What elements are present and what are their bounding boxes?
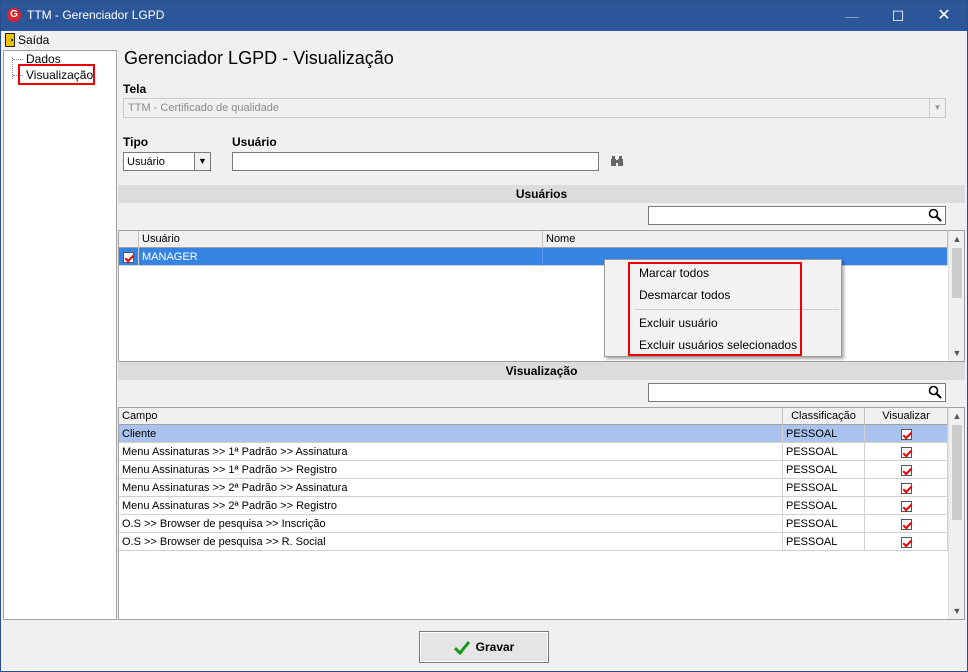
checkbox-checked-icon bbox=[900, 500, 912, 512]
scroll-thumb[interactable] bbox=[952, 425, 962, 520]
users-search-input[interactable] bbox=[648, 206, 946, 225]
checkmark-icon bbox=[453, 641, 470, 655]
search-icon[interactable] bbox=[928, 385, 942, 399]
tela-value: TTM - Certificado de qualidade bbox=[128, 102, 280, 114]
row-visualizar[interactable] bbox=[865, 515, 948, 533]
window-title: TTM - Gerenciador LGPD bbox=[27, 8, 165, 22]
tipo-select[interactable]: Usuário ▼ bbox=[123, 152, 211, 171]
tela-label: Tela bbox=[123, 82, 147, 96]
users-grid-header: Usuário Nome bbox=[119, 231, 948, 248]
row-classificacao: PESSOAL bbox=[783, 443, 865, 461]
minimize-button[interactable]: — bbox=[829, 1, 875, 31]
menu-bar: Saída bbox=[1, 31, 967, 49]
scroll-down-icon[interactable]: ▼ bbox=[949, 603, 964, 619]
users-scrollbar[interactable]: ▲ ▼ bbox=[948, 231, 964, 361]
usuario-input[interactable] bbox=[232, 152, 599, 171]
row-classificacao: PESSOAL bbox=[783, 497, 865, 515]
menu-exit-label: Saída bbox=[18, 33, 50, 47]
tipo-label: Tipo bbox=[123, 135, 149, 149]
highlight-visualizacao bbox=[18, 64, 95, 85]
users-header-nome[interactable]: Nome bbox=[543, 231, 948, 248]
save-label: Gravar bbox=[475, 640, 515, 654]
table-row[interactable]: O.S >> Browser de pesquisa >> Inscrição P… bbox=[119, 515, 948, 533]
checkbox-checked-icon bbox=[123, 251, 134, 263]
main-window: G TTM - Gerenciador LGPD — ☐ ✕ Saída Dad… bbox=[0, 0, 968, 672]
row-visualizar[interactable] bbox=[865, 443, 948, 461]
usuario-label: Usuário bbox=[232, 135, 277, 149]
close-button[interactable]: ✕ bbox=[921, 1, 967, 31]
scroll-thumb[interactable] bbox=[952, 248, 962, 298]
view-grid: Campo Classificação Visualizar Cliente PE… bbox=[118, 407, 965, 620]
app-logo-icon: G bbox=[7, 8, 21, 22]
checkbox-checked-icon bbox=[900, 482, 912, 494]
users-section-header: Usuários bbox=[118, 185, 965, 203]
table-row[interactable]: Menu Assinaturas >> 1ª Padrão >> Assinat… bbox=[119, 443, 948, 461]
row-classificacao: PESSOAL bbox=[783, 515, 865, 533]
row-classificacao: PESSOAL bbox=[783, 533, 865, 551]
row-classificacao: PESSOAL bbox=[783, 461, 865, 479]
row-classificacao: PESSOAL bbox=[783, 479, 865, 497]
page-title: Gerenciador LGPD - Visualização bbox=[124, 48, 394, 68]
table-row[interactable]: Menu Assinaturas >> 1ª Padrão >> Registr… bbox=[119, 461, 948, 479]
binoculars-icon[interactable] bbox=[611, 156, 623, 170]
navigation-tree: Dados Visualização bbox=[3, 50, 117, 620]
table-row[interactable]: Menu Assinaturas >> 2ª Padrão >> Registr… bbox=[119, 497, 948, 515]
row-campo: Menu Assinaturas >> 1ª Padrão >> Assinat… bbox=[119, 443, 783, 461]
chevron-down-icon: ▼ bbox=[194, 153, 210, 170]
row-campo: Cliente bbox=[119, 425, 783, 443]
row-campo: Menu Assinaturas >> 2ª Padrão >> Assinat… bbox=[119, 479, 783, 497]
exit-door-icon bbox=[5, 33, 15, 47]
view-search-input[interactable] bbox=[648, 383, 946, 402]
row-campo: Menu Assinaturas >> 2ª Padrão >> Registr… bbox=[119, 497, 783, 515]
tree-branch bbox=[13, 59, 23, 60]
scroll-up-icon[interactable]: ▲ bbox=[949, 408, 964, 424]
view-scrollbar[interactable]: ▲ ▼ bbox=[948, 408, 964, 619]
view-section-header: Visualização bbox=[118, 362, 965, 380]
row-visualizar[interactable] bbox=[865, 425, 948, 443]
maximize-button[interactable]: ☐ bbox=[875, 1, 921, 31]
row-campo: Menu Assinaturas >> 1ª Padrão >> Registr… bbox=[119, 461, 783, 479]
tela-combo[interactable]: TTM - Certificado de qualidade ▼ bbox=[123, 98, 946, 118]
checkbox-checked-icon bbox=[900, 518, 912, 530]
row-campo: O.S >> Browser de pesquisa >> Inscrição bbox=[119, 515, 783, 533]
table-row[interactable]: Menu Assinaturas >> 2ª Padrão >> Assinat… bbox=[119, 479, 948, 497]
highlight-context-menu bbox=[628, 262, 802, 356]
scroll-down-icon[interactable]: ▼ bbox=[949, 345, 964, 361]
view-header-visualizar[interactable]: Visualizar bbox=[865, 408, 948, 425]
title-bar: G TTM - Gerenciador LGPD — ☐ ✕ bbox=[1, 1, 967, 31]
search-icon[interactable] bbox=[928, 208, 942, 222]
row-visualizar[interactable] bbox=[865, 479, 948, 497]
row-visualizar[interactable] bbox=[865, 533, 948, 551]
checkbox-checked-icon bbox=[900, 536, 912, 548]
checkbox-checked-icon bbox=[900, 464, 912, 476]
checkbox-checked-icon bbox=[900, 428, 912, 440]
view-grid-header: Campo Classificação Visualizar bbox=[119, 408, 948, 425]
table-row[interactable]: O.S >> Browser de pesquisa >> R. Social P… bbox=[119, 533, 948, 551]
save-button[interactable]: Gravar bbox=[419, 631, 549, 663]
tipo-value: Usuário bbox=[127, 156, 165, 168]
row-campo: O.S >> Browser de pesquisa >> R. Social bbox=[119, 533, 783, 551]
row-classificacao: PESSOAL bbox=[783, 425, 865, 443]
row-visualizar[interactable] bbox=[865, 461, 948, 479]
checkbox-checked-icon bbox=[900, 446, 912, 458]
users-header-check bbox=[119, 231, 139, 248]
row-visualizar[interactable] bbox=[865, 497, 948, 515]
menu-exit[interactable]: Saída bbox=[5, 32, 49, 48]
view-header-classificacao[interactable]: Classificação bbox=[783, 408, 865, 425]
scroll-up-icon[interactable]: ▲ bbox=[949, 231, 964, 247]
row-checkbox[interactable] bbox=[119, 248, 139, 266]
view-header-campo[interactable]: Campo bbox=[119, 408, 783, 425]
row-usuario: MANAGER bbox=[139, 248, 543, 266]
chevron-down-icon: ▼ bbox=[929, 99, 945, 117]
users-header-usuario[interactable]: Usuário bbox=[139, 231, 543, 248]
table-row[interactable]: Cliente PESSOAL bbox=[119, 425, 948, 443]
